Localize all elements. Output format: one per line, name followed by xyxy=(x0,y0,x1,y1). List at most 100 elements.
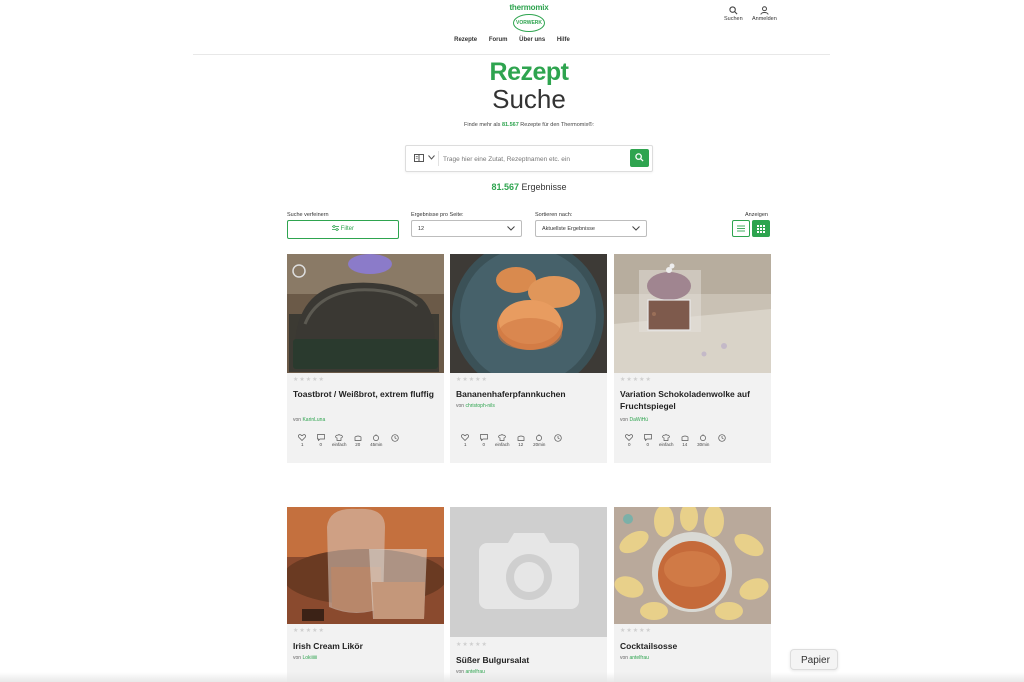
per-page-value: 12 xyxy=(418,226,425,232)
comment-icon xyxy=(479,434,488,441)
recipe-image-placeholder xyxy=(450,507,607,637)
time-value: 20min xyxy=(533,442,546,447)
clock-icon xyxy=(391,434,399,442)
author-link[interactable]: antelfrau xyxy=(629,655,648,661)
header-search-button[interactable]: Suchen xyxy=(724,6,743,22)
search-input[interactable] xyxy=(441,151,625,168)
time-value: 45min xyxy=(370,442,383,447)
meta-likes: 1 xyxy=(293,434,312,447)
per-page-select[interactable]: 12 xyxy=(411,220,522,237)
recipe-card[interactable]: ★★★★★ Irish Cream Likör von Lokiiiiii xyxy=(287,507,444,682)
papier-tab[interactable]: Papier xyxy=(790,649,838,670)
author-link[interactable]: KarinLuna xyxy=(302,417,325,423)
list-view-button[interactable] xyxy=(732,220,750,237)
meta-portions: 12 xyxy=(512,434,531,447)
user-icon xyxy=(760,6,769,15)
filter-label: Filter xyxy=(340,226,354,232)
rating-stars: ★★★★★ xyxy=(620,377,652,383)
grid-view-button[interactable] xyxy=(752,220,770,237)
header-login-button[interactable]: Anmelden xyxy=(752,6,777,22)
meta-likes: 0 xyxy=(620,434,639,447)
intro-prefix: Finde mehr als xyxy=(464,122,502,128)
grid-icon xyxy=(757,225,765,233)
meta-likes: 1 xyxy=(456,434,475,447)
recipe-title: Bananenhaferpfannkuchen xyxy=(456,389,566,399)
recipe-author: von antelfrau xyxy=(620,655,649,661)
cake-icon xyxy=(354,435,362,441)
chevron-down-icon[interactable] xyxy=(428,155,435,160)
meta-clock xyxy=(549,434,568,447)
recipe-image xyxy=(287,507,444,624)
author-link[interactable]: christoph-nils xyxy=(465,403,494,409)
header-login-label: Anmelden xyxy=(752,16,777,22)
meta-difficulty: einfach xyxy=(657,434,676,447)
chevron-down-icon xyxy=(507,226,515,231)
rating-stars: ★★★★★ xyxy=(293,628,325,634)
results-count: 81.567 Ergebnisse xyxy=(0,182,1024,192)
recipe-card[interactable]: ★★★★★ Süßer Bulgursalat von antelfrau xyxy=(450,507,607,682)
chef-hat-icon xyxy=(498,434,507,441)
meta-portions: 14 xyxy=(676,434,695,447)
comments-value: 0 xyxy=(482,442,485,447)
clock-icon xyxy=(554,434,562,442)
bottom-fade xyxy=(0,672,1024,682)
search-icon xyxy=(635,153,644,162)
intro-suffix: Rezepte für den Thermomix®: xyxy=(518,122,594,128)
rating-stars: ★★★★★ xyxy=(293,377,325,383)
thermomix-logo[interactable]: thermomix VORWERK xyxy=(505,3,553,32)
recipe-card[interactable]: ★★★★★ Variation Schokoladenwolke auf Fru… xyxy=(614,254,771,463)
search-icon xyxy=(729,6,738,15)
page-subtitle: Suche xyxy=(492,84,566,114)
recipe-card[interactable]: ★★★★★ Bananenhaferpfannkuchen von christ… xyxy=(450,254,607,463)
meta-comments: 0 xyxy=(312,434,331,447)
recipe-title: Variation Schokoladenwolke auf Fruchtspi… xyxy=(620,389,750,411)
nav-item-ueber-uns[interactable]: Über uns xyxy=(519,37,545,43)
sort-value: Aktuellste Ergebnisse xyxy=(542,226,595,232)
meta-difficulty: einfach xyxy=(330,434,349,447)
meta-time: 20min xyxy=(530,434,549,447)
search-submit-button[interactable] xyxy=(630,149,649,167)
timer-icon xyxy=(373,434,380,441)
page-title: Rezept xyxy=(489,58,569,86)
meta-portions: 20 xyxy=(349,434,368,447)
recipe-meta: 0 0 einfach 14 30min xyxy=(620,434,765,447)
likes-value: 1 xyxy=(300,442,304,447)
recipe-card[interactable]: ★★★★★ Cocktailsosse von antelfrau xyxy=(614,507,771,682)
book-icon[interactable] xyxy=(414,154,424,162)
header-search-label: Suchen xyxy=(724,16,743,22)
recipe-count-intro: Finde mehr als 81.567 Rezepte für den Th… xyxy=(0,122,1024,128)
logo-text: thermomix xyxy=(509,3,549,12)
view-label: Anzeigen xyxy=(745,212,768,218)
recipe-title: Süßer Bulgursalat xyxy=(456,655,530,665)
recipe-author: von christoph-nils xyxy=(456,403,495,409)
vorwerk-logo: VORWERK xyxy=(513,14,545,32)
difficulty-value: einfach xyxy=(331,442,347,447)
recipe-image xyxy=(450,254,607,373)
difficulty-value: einfach xyxy=(658,442,674,447)
author-link[interactable]: Lokiiiiii xyxy=(302,655,317,661)
author-link[interactable]: DaWiHü xyxy=(629,417,648,423)
recipe-card[interactable]: ★★★★★ Toastbrot / Weißbrot, extrem fluff… xyxy=(287,254,444,463)
comment-icon xyxy=(643,434,652,441)
filter-button[interactable]: Filter xyxy=(287,220,399,239)
time-value: 30min xyxy=(697,442,710,447)
portions-value: 14 xyxy=(682,442,688,447)
list-icon xyxy=(737,225,745,232)
rating-stars: ★★★★★ xyxy=(456,377,488,383)
camera-icon xyxy=(479,533,579,609)
portions-value: 12 xyxy=(518,442,524,447)
chevron-down-icon xyxy=(632,226,640,231)
search-bar xyxy=(405,145,653,172)
nav-item-rezepte[interactable]: Rezepte xyxy=(454,37,477,43)
likes-value: 1 xyxy=(463,442,467,447)
meta-clock xyxy=(386,434,405,447)
difficulty-value: einfach xyxy=(494,442,510,447)
nav-item-forum[interactable]: Forum xyxy=(489,37,508,43)
cake-icon xyxy=(517,435,525,441)
recipe-title: Irish Cream Likör xyxy=(293,641,363,651)
likes-value: 0 xyxy=(627,442,631,447)
recipe-meta: 1 0 einfach 12 20min xyxy=(456,434,601,447)
nav-item-hilfe[interactable]: Hilfe xyxy=(557,37,570,43)
sort-select[interactable]: Aktuellste Ergebnisse xyxy=(535,220,647,237)
search-separator xyxy=(438,151,439,166)
